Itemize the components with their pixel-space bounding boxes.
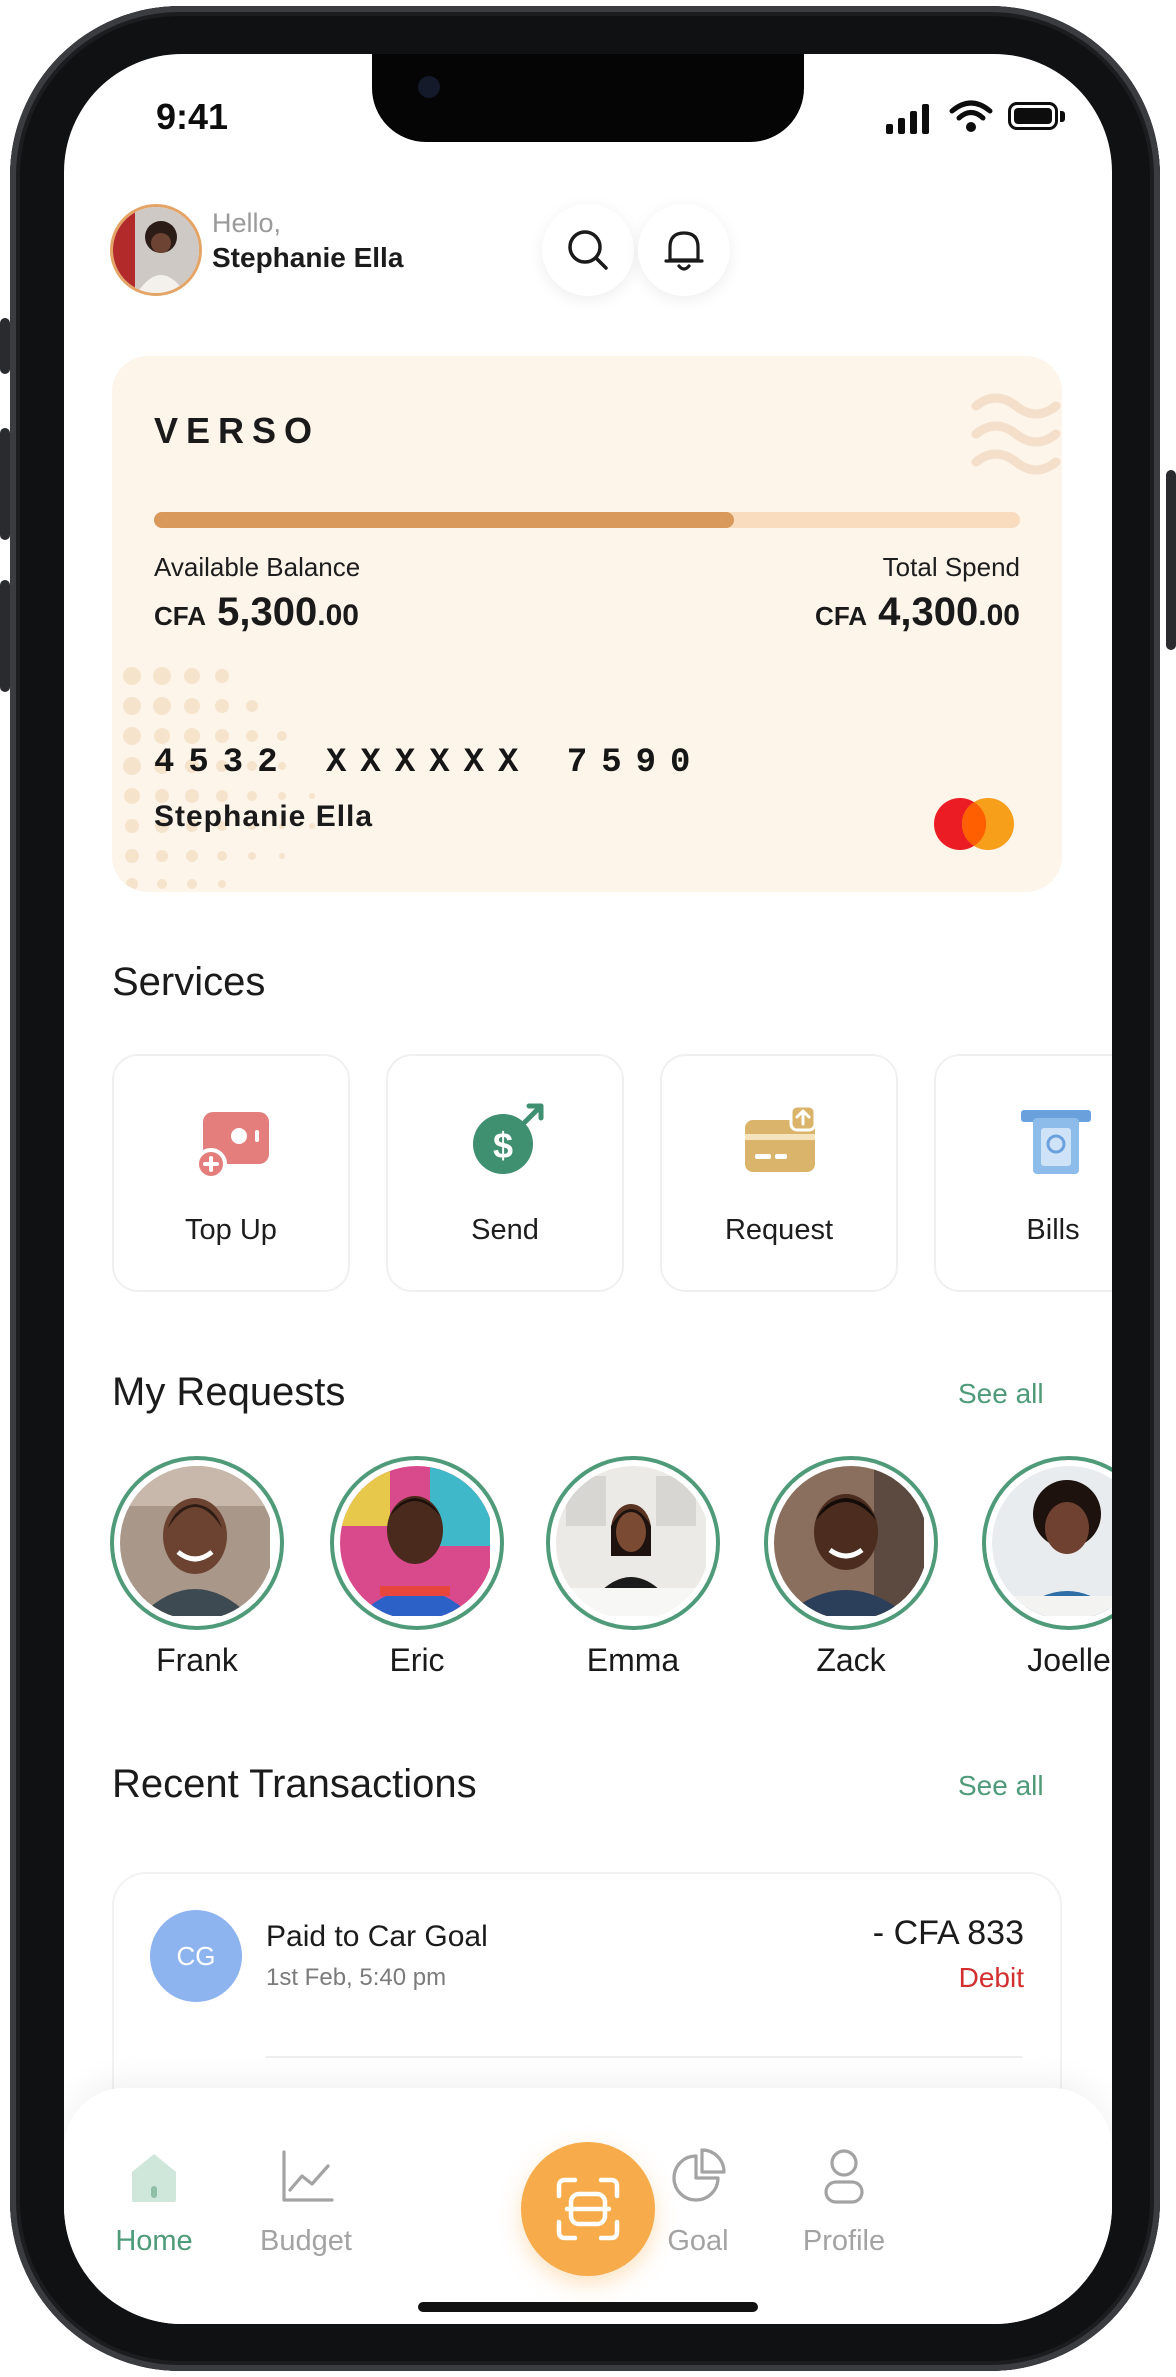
scan-button[interactable] [521,2142,655,2276]
search-button[interactable] [542,204,634,296]
total-spend-label: Total Spend [882,552,1020,582]
spend-currency: CFA [815,601,868,631]
cellular-signal-icon [886,102,938,134]
service-top-up[interactable]: Top Up [112,1054,350,1292]
available-currency: CFA [154,601,206,631]
notch [372,54,804,142]
power-button [1166,470,1176,650]
transaction-row[interactable]: CG Paid to Car Goal 1st Feb, 5:40 pm - C… [114,1874,1060,2064]
svg-text:$: $ [493,1125,513,1166]
battery-icon [1008,102,1066,132]
transaction-date: 1st Feb, 5:40 pm [266,1964,447,1991]
request-name-emma: Emma [586,1642,680,1678]
spend-progress-fill [154,512,735,528]
available-decimals: .00 [317,599,359,632]
card-number: 4532 XXXXXX 7590 [154,744,705,782]
bell-icon [664,231,704,271]
send-dollar-icon: $ [473,1103,544,1174]
top-up-icon [195,1112,269,1180]
greeting-text: Hello, [212,208,282,238]
phone-screen: 9:41 Hello, Stephanie Ella VERSO Availab… [64,54,1112,2324]
transaction-amount: - CFA 833 [872,1914,1024,1952]
profile-icon [824,2149,864,2204]
service-request[interactable]: Request [660,1054,898,1292]
balance-card[interactable]: VERSO Available Balance CFA 5,300.00 Tot… [112,356,1062,892]
volume-down-button [0,580,10,692]
request-avatar-zack[interactable] [764,1456,938,1630]
user-avatar[interactable] [110,204,202,296]
request-card-icon [745,1104,817,1172]
notifications-button[interactable] [638,204,730,296]
home-indicator [418,2302,758,2312]
transaction-avatar: CG [150,1910,242,2002]
request-avatar-eric[interactable] [330,1456,504,1630]
total-spend-value: CFA 4,300.00 [815,590,1020,635]
pie-chart-icon [672,2148,726,2202]
available-balance-value: CFA 5,300.00 [154,590,359,635]
recent-transactions-title: Recent Transactions [112,1762,477,1806]
card-holder-name: Stephanie Ella [154,800,374,833]
card-brand: VERSO [154,410,321,451]
joelle-photo [992,1466,1112,1616]
request-name-eric: Eric [389,1642,445,1678]
spend-decimals: .00 [978,599,1020,632]
frank-photo [120,1466,270,1616]
service-bills[interactable]: Bills [934,1054,1112,1292]
zack-photo [774,1466,924,1616]
bills-receipt-icon [1021,1110,1091,1174]
request-avatar-frank[interactable] [110,1456,284,1630]
nav-profile[interactable]: Profile [754,2146,934,2258]
volume-up-button [0,428,10,540]
my-requests-title: My Requests [112,1370,346,1414]
service-send[interactable]: $ Send [386,1054,624,1292]
search-icon [568,230,608,270]
request-avatar-joelle[interactable] [982,1456,1112,1630]
request-avatar-emma[interactable] [546,1456,720,1630]
chart-icon [282,2150,334,2202]
service-label: Send [471,1214,539,1246]
available-balance-label: Available Balance [154,552,361,582]
silent-switch [0,318,10,374]
scan-icon [556,2177,620,2241]
service-label: Request [724,1214,833,1246]
services-title: Services [112,960,266,1004]
request-name-zack: Zack [816,1642,886,1678]
transaction-divider [266,2056,1022,2058]
service-label: Top Up [185,1214,277,1246]
transaction-status: Debit [958,1962,1024,1993]
user-name: Stephanie Ella [212,242,404,273]
eric-photo [340,1466,490,1616]
spend-progress-track [154,512,1020,528]
nav-label: Profile [802,2225,886,2257]
emma-photo [556,1466,706,1616]
mastercard-logo-icon [934,798,1014,850]
nav-label: Budget [260,2225,352,2257]
home-icon [132,2154,176,2202]
transactions-see-all-link[interactable]: See all [958,1770,1044,1802]
spend-amount: 4,300 [878,590,979,634]
transaction-title: Paid to Car Goal [266,1920,488,1953]
request-name-frank: Frank [156,1642,238,1678]
service-label: Bills [1026,1214,1080,1246]
wifi-icon [949,100,993,132]
requests-see-all-link[interactable]: See all [958,1378,1044,1410]
card-wave-pattern [971,393,1061,475]
nav-budget[interactable]: Budget [216,2146,396,2258]
status-time: 9:41 [156,96,229,137]
request-name-joelle: Joelle [1027,1642,1111,1678]
available-amount: 5,300 [217,590,318,634]
